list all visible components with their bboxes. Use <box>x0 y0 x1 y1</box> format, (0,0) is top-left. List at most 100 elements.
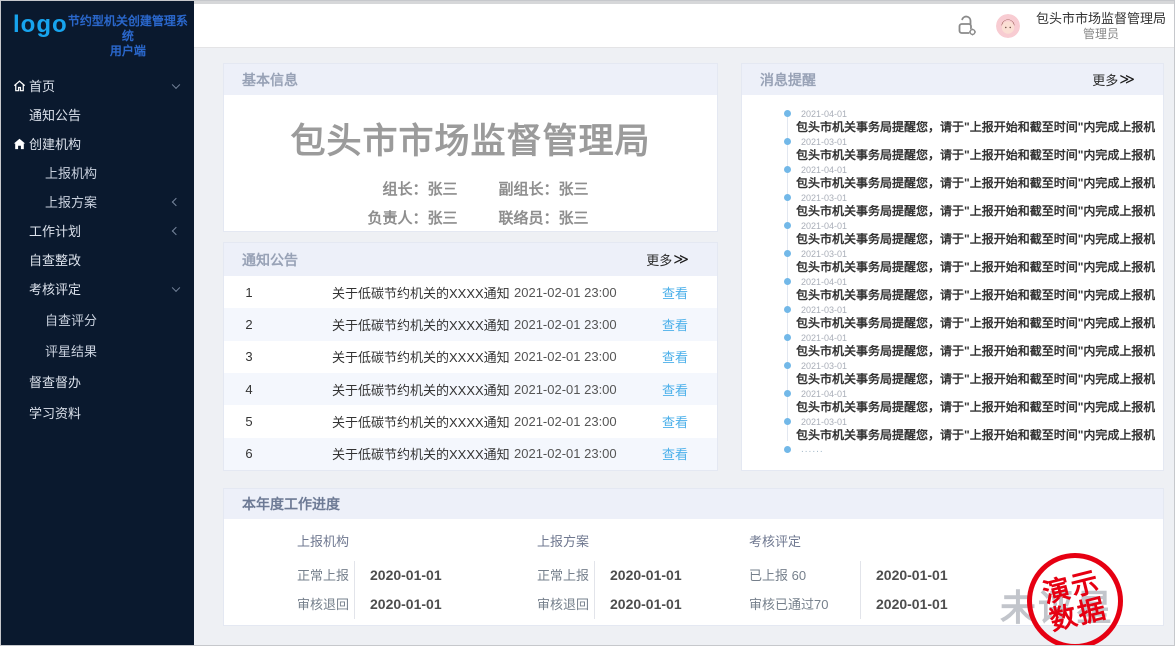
sidebar-item-label: 督查督办 <box>29 372 81 391</box>
timeline-dot-icon <box>784 110 791 117</box>
timeline-item: 2021-03-01 包头市机关事务局提醒您，请于"上报开始和截至时间"内完成上… <box>784 361 1155 386</box>
message-date: 2021-04-01 <box>801 389 1155 399</box>
sidebar-item-label: 首页 <box>29 76 55 95</box>
chevron-down-icon <box>172 80 180 88</box>
timeline-dot-icon <box>784 418 791 425</box>
user-menu[interactable]: 包头市市场监督管理局 管理员 <box>1036 10 1166 42</box>
view-link[interactable]: 查看 <box>649 347 717 366</box>
topbar: 包头市市场监督管理局 管理员 <box>194 1 1175 48</box>
sidebar-item-self-inspection[interactable]: 自查整改 <box>1 245 194 274</box>
row-value: 2020-01-01 <box>354 590 442 619</box>
brand-title-line2: 用户端 <box>110 44 146 58</box>
brand-title-line1: 节约型机关创建管理系统 <box>68 14 188 43</box>
sidebar-item-label: 自查评分 <box>45 310 97 329</box>
sidebar-item-work-plan[interactable]: 工作计划 <box>1 216 194 245</box>
view-link[interactable]: 查看 <box>649 444 717 463</box>
message-text: 包头市机关事务局提醒您，请于"上报开始和截至时间"内完成上报机构 <box>796 373 1155 386</box>
timeline-dot-icon <box>784 362 791 369</box>
group-title: 上报方案 <box>537 531 682 550</box>
notice-more-link[interactable]: 更多 ≫ <box>646 250 689 269</box>
message-date: 2021-04-01 <box>801 277 1155 287</box>
message-date: 2021-03-01 <box>801 305 1155 315</box>
row-index: 6 <box>224 446 274 461</box>
row-index: 4 <box>224 382 274 397</box>
timeline-dot-icon <box>784 306 791 313</box>
sidebar-item-supervision[interactable]: 督查督办 <box>1 367 194 396</box>
timeline-dot-icon <box>784 250 791 257</box>
timeline-dot-icon <box>784 194 791 201</box>
view-link[interactable]: 查看 <box>649 283 717 302</box>
lock-settings-icon[interactable] <box>954 13 980 39</box>
row-label: 已上报 60 <box>749 561 860 590</box>
field-label: 副组长： <box>484 178 559 199</box>
message-text: 包头市机关事务局提醒您，请于"上报开始和截至时间"内完成上报机构 <box>796 401 1155 414</box>
message-date: 2021-03-01 <box>801 137 1155 147</box>
user-role: 管理员 <box>1036 27 1166 42</box>
progress-body: 上报机构 正常上报 2020-01-01 审核退回 2020-01-01 上报方… <box>224 519 1163 625</box>
message-text: 包头市机关事务局提醒您，请于"上报开始和截至时间"内完成上报机构 <box>796 317 1155 330</box>
timeline-item: 2021-04-01 包头市机关事务局提醒您，请于"上报开始和截至时间"内完成上… <box>784 277 1155 302</box>
timeline-item: 2021-03-01 包头市机关事务局提醒您，请于"上报开始和截至时间"内完成上… <box>784 305 1155 330</box>
timeline-ellipsis: ...... <box>801 445 1155 455</box>
group-rows: 正常上报 2020-01-01 审核退回 2020-01-01 <box>537 561 682 619</box>
sidebar-item-report-plan[interactable]: 上报方案 <box>1 187 194 216</box>
message-date: 2021-04-01 <box>801 333 1155 343</box>
sidebar-item-label: 通知公告 <box>29 105 81 124</box>
table-row: 5 关于低碳节约机关的XXXX通知 2021-02-01 23:00 查看 <box>224 405 717 437</box>
timeline-item: 2021-04-01 包头市机关事务局提醒您，请于"上报开始和截至时间"内完成上… <box>784 165 1155 190</box>
timeline-dot-icon <box>784 390 791 397</box>
message-date: 2021-03-01 <box>801 361 1155 371</box>
view-link[interactable]: 查看 <box>649 412 717 431</box>
row-index: 3 <box>224 349 274 364</box>
timeline-item: 2021-03-01 包头市机关事务局提醒您，请于"上报开始和截至时间"内完成上… <box>784 137 1155 162</box>
timeline-dot-icon <box>784 446 791 453</box>
view-link[interactable]: 查看 <box>649 380 717 399</box>
sidebar-item-star-rating[interactable]: 评星结果 <box>1 336 194 365</box>
sidebar-item-self-score[interactable]: 自查评分 <box>1 305 194 334</box>
row-value: 2020-01-01 <box>594 561 682 590</box>
panel-title: 基本信息 <box>242 70 298 90</box>
field-liaison: 联络员： 张三 <box>484 207 589 228</box>
table-row: 3 关于低碳节约机关的XXXX通知 2021-02-01 23:00 查看 <box>224 341 717 373</box>
message-date: 2021-04-01 <box>801 109 1155 119</box>
field-person-in-charge: 负责人： 张三 <box>352 207 457 228</box>
row-index: 5 <box>224 414 274 429</box>
row-value: 2020-01-01 <box>354 561 442 590</box>
group-title: 上报机构 <box>297 531 442 550</box>
notice-time: 2021-02-01 23:00 <box>514 382 649 397</box>
building-icon <box>12 136 27 151</box>
sidebar-item-assessment[interactable]: 考核评定 <box>1 274 194 303</box>
basic-info-body: 包头市市场监督管理局 组长： 张三 副组长： 张三 负责人： 张三 联络员： 张… <box>224 95 717 228</box>
sidebar-item-label: 工作计划 <box>29 221 81 240</box>
org-fields: 组长： 张三 副组长： 张三 负责人： 张三 联络员： 张三 <box>224 178 717 228</box>
sidebar-item-report-org[interactable]: 上报机构 <box>1 158 194 187</box>
double-chevron-right-icon: ≫ <box>673 252 689 267</box>
group-rows: 正常上报 2020-01-01 审核退回 2020-01-01 <box>297 561 442 619</box>
sidebar-item-label: 上报方案 <box>45 192 97 211</box>
message-more-link[interactable]: 更多 ≫ <box>1092 70 1135 89</box>
table-row: 1 关于低碳节约机关的XXXX通知 2021-02-01 23:00 查看 <box>224 276 717 308</box>
demo-data-stamp: 演示 数据 <box>1027 553 1123 646</box>
timeline-item: 2021-04-01 包头市机关事务局提醒您，请于"上报开始和截至时间"内完成上… <box>784 221 1155 246</box>
panel-title: 消息提醒 <box>760 70 816 90</box>
double-chevron-right-icon: ≫ <box>1119 72 1135 87</box>
more-label: 更多 <box>646 250 672 269</box>
message-text: 包头市机关事务局提醒您，请于"上报开始和截至时间"内完成上报机构 <box>796 429 1155 442</box>
sidebar-item-home[interactable]: 首页 <box>1 71 194 100</box>
chevron-down-icon <box>172 283 180 291</box>
field-value: 张三 <box>559 207 589 228</box>
panel-title: 通知公告 <box>242 250 298 270</box>
field-label: 负责人： <box>352 207 427 228</box>
row-value: 2020-01-01 <box>860 590 948 619</box>
field-label: 联络员： <box>484 207 559 228</box>
avatar[interactable] <box>996 14 1020 38</box>
sidebar-item-create-org[interactable]: 创建机构 <box>1 129 194 158</box>
basic-info-panel: 基本信息 包头市市场监督管理局 组长： 张三 副组长： 张三 负责人： 张三 联… <box>223 63 718 232</box>
sidebar-item-study-materials[interactable]: 学习资料 <box>1 398 194 427</box>
view-link[interactable]: 查看 <box>649 315 717 334</box>
sidebar-item-notice-board[interactable]: 通知公告 <box>1 100 194 129</box>
message-date: 2021-04-01 <box>801 165 1155 175</box>
sidebar-item-label: 考核评定 <box>29 279 81 298</box>
message-text: 包头市机关事务局提醒您，请于"上报开始和截至时间"内完成上报机构 <box>796 345 1155 358</box>
sidebar-item-label: 自查整改 <box>29 250 81 269</box>
